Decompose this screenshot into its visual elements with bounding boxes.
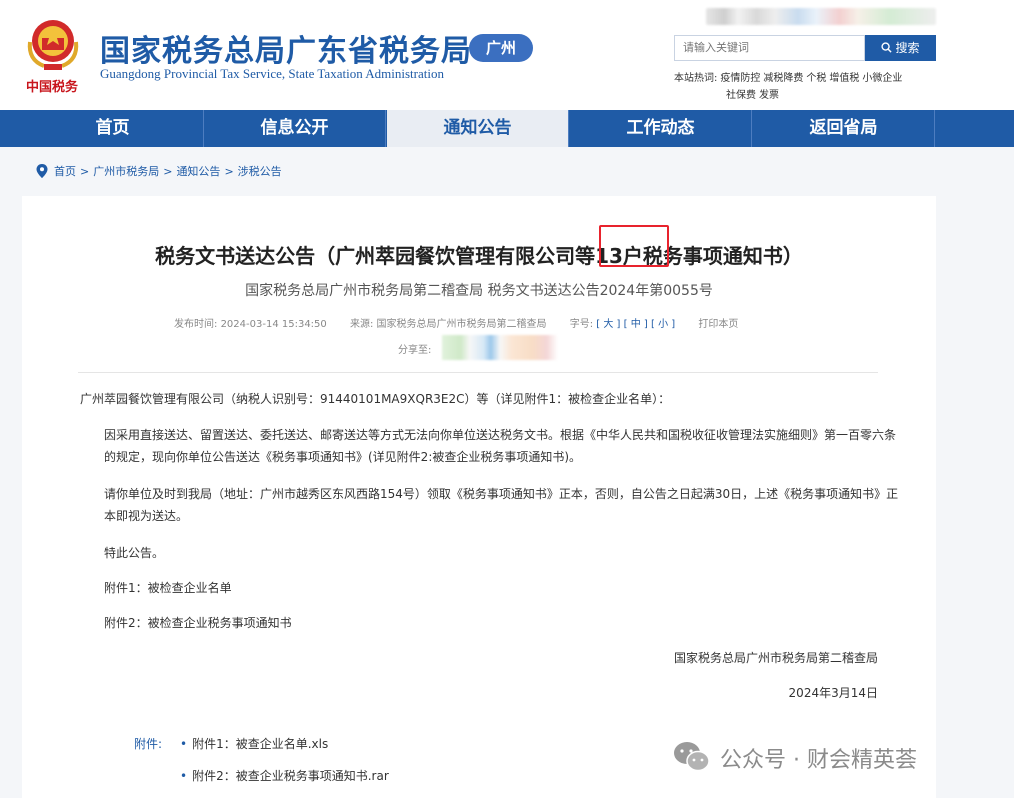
paragraph-attachment-ref: 附件1：被检查企业名单 bbox=[104, 581, 232, 595]
hot-words-label: 本站热词: bbox=[674, 73, 718, 84]
article-subtitle: 国家税务总局广州市税务局第二稽查局 税务文书送达公告2024年第0055号 bbox=[245, 283, 713, 299]
breadcrumb-tax-notices[interactable]: 涉税公告 bbox=[238, 165, 282, 178]
paragraph-attachment-ref: 附件2：被检查企业税务事项通知书 bbox=[104, 616, 292, 630]
search-icon bbox=[881, 42, 893, 53]
nav-item-work-news[interactable]: 工作动态 bbox=[570, 110, 752, 147]
signature-date: 2024年3月14日 bbox=[788, 686, 878, 700]
location-pin-icon bbox=[36, 164, 48, 178]
paragraph-closing: 特此公告。 bbox=[104, 546, 165, 560]
highlight-box bbox=[599, 225, 669, 267]
publish-time: 2024-03-14 15:34:50 bbox=[220, 319, 327, 330]
breadcrumb: 首页 > 广州市税务局 > 通知公告 > 涉税公告 bbox=[36, 163, 282, 179]
nav-item-home[interactable]: 首页 bbox=[22, 110, 204, 147]
font-size-large-link[interactable]: [ 大 ] bbox=[596, 319, 620, 330]
hot-words: 本站热词: 疫情防控 减税降费 个税 增值税 小微企业 社保费 发票 bbox=[674, 70, 936, 104]
site-title[interactable]: 国家税务总局广东省税务局 bbox=[100, 26, 472, 70]
hot-word[interactable]: 减税降费 bbox=[763, 73, 803, 84]
font-size-label: 字号: bbox=[569, 319, 594, 330]
article-title: 税务文书送达公告（广州萃园餐饮管理有限公司等13户税务事项通知书） bbox=[155, 244, 803, 268]
attachment-link-text[interactable]: 附件1：被查企业名单.xls bbox=[192, 737, 328, 751]
search-field[interactable] bbox=[674, 35, 865, 61]
paragraph-body: 请你单位及时到我局（地址：广州市越秀区东风西路154号）领取《税务事项通知书》正… bbox=[104, 487, 899, 523]
breadcrumb-city-bureau[interactable]: 广州市税务局 bbox=[93, 165, 159, 178]
hot-word[interactable]: 疫情防控 bbox=[720, 73, 760, 84]
attachment-link[interactable]: • 附件1：被查企业名单.xls bbox=[180, 735, 328, 752]
publish-label: 发布时间: bbox=[174, 319, 218, 330]
main-nav: 首页 信息公开 通知公告 工作动态 返回省局 bbox=[0, 110, 1014, 147]
font-size-medium-link[interactable]: [ 中 ] bbox=[624, 319, 648, 330]
share-label: 分享至: bbox=[398, 345, 432, 356]
wechat-icon bbox=[674, 742, 710, 772]
tax-emblem-icon bbox=[27, 20, 79, 70]
nav-item-back-province[interactable]: 返回省局 bbox=[753, 110, 935, 147]
signature: 国家税务总局广州市税务局第二稽查局 bbox=[673, 651, 878, 665]
hot-word[interactable]: 增值税 bbox=[829, 73, 859, 84]
breadcrumb-notices[interactable]: 通知公告 bbox=[176, 165, 220, 178]
print-link[interactable]: 打印本页 bbox=[698, 319, 738, 330]
hot-word[interactable]: 个税 bbox=[806, 73, 826, 84]
city-badge[interactable]: 广州 bbox=[469, 34, 533, 62]
paragraph-body: 因采用直接送达、留置送达、委托送达、邮寄送达等方式无法向你单位送达税务文书。根据… bbox=[104, 428, 897, 464]
source-value: 国家税务总局广州市税务局第二稽查局 bbox=[376, 319, 547, 330]
search-input[interactable] bbox=[683, 41, 856, 54]
brand-calligraphy: 中国税务 bbox=[26, 80, 79, 95]
breadcrumb-home[interactable]: 首页 bbox=[54, 165, 76, 178]
hot-word[interactable]: 小微企业 bbox=[862, 73, 902, 84]
watermark-text: 公众号 · 财会精英荟 bbox=[720, 748, 917, 773]
source-label: 来源: bbox=[349, 319, 374, 330]
nav-item-info-disclosure[interactable]: 信息公开 bbox=[204, 110, 386, 147]
site-header: 中国税务 国家税务总局广东省税务局 Guangdong Provincial T… bbox=[0, 0, 1014, 110]
font-size-small-link[interactable]: [ 小 ] bbox=[651, 319, 675, 330]
blurred-top-links bbox=[706, 8, 936, 25]
paragraph-addressee: 广州萃园餐饮管理有限公司（纳税人识别号：91440101MA9XQR3E2C）等… bbox=[80, 392, 671, 406]
article-card: 税务文书送达公告（广州萃园餐饮管理有限公司等13户税务事项通知书） 国家税务总局… bbox=[22, 196, 936, 798]
attachment-link-text[interactable]: 附件2：被查企业税务事项通知书.rar bbox=[192, 769, 389, 783]
nav-item-notices[interactable]: 通知公告 bbox=[387, 110, 569, 147]
attachments-label: 附件: bbox=[134, 737, 163, 751]
attachment-link[interactable]: • 附件2：被查企业税务事项通知书.rar bbox=[180, 767, 389, 784]
meta-divider bbox=[78, 372, 878, 373]
search-button-label: 搜索 bbox=[895, 41, 920, 55]
wechat-watermark: 公众号 · 财会精英荟 bbox=[672, 738, 992, 778]
hot-word[interactable]: 社保费 bbox=[726, 90, 756, 101]
site-title-en: Guangdong Provincial Tax Service, State … bbox=[100, 66, 444, 81]
search-button[interactable]: 搜索 bbox=[865, 35, 936, 61]
article-meta: 发布时间: 2024-03-14 15:34:50 来源: 国家税务总局广州市税… bbox=[174, 315, 738, 330]
hot-word[interactable]: 发票 bbox=[759, 90, 779, 101]
blurred-share-icons[interactable] bbox=[442, 335, 558, 360]
